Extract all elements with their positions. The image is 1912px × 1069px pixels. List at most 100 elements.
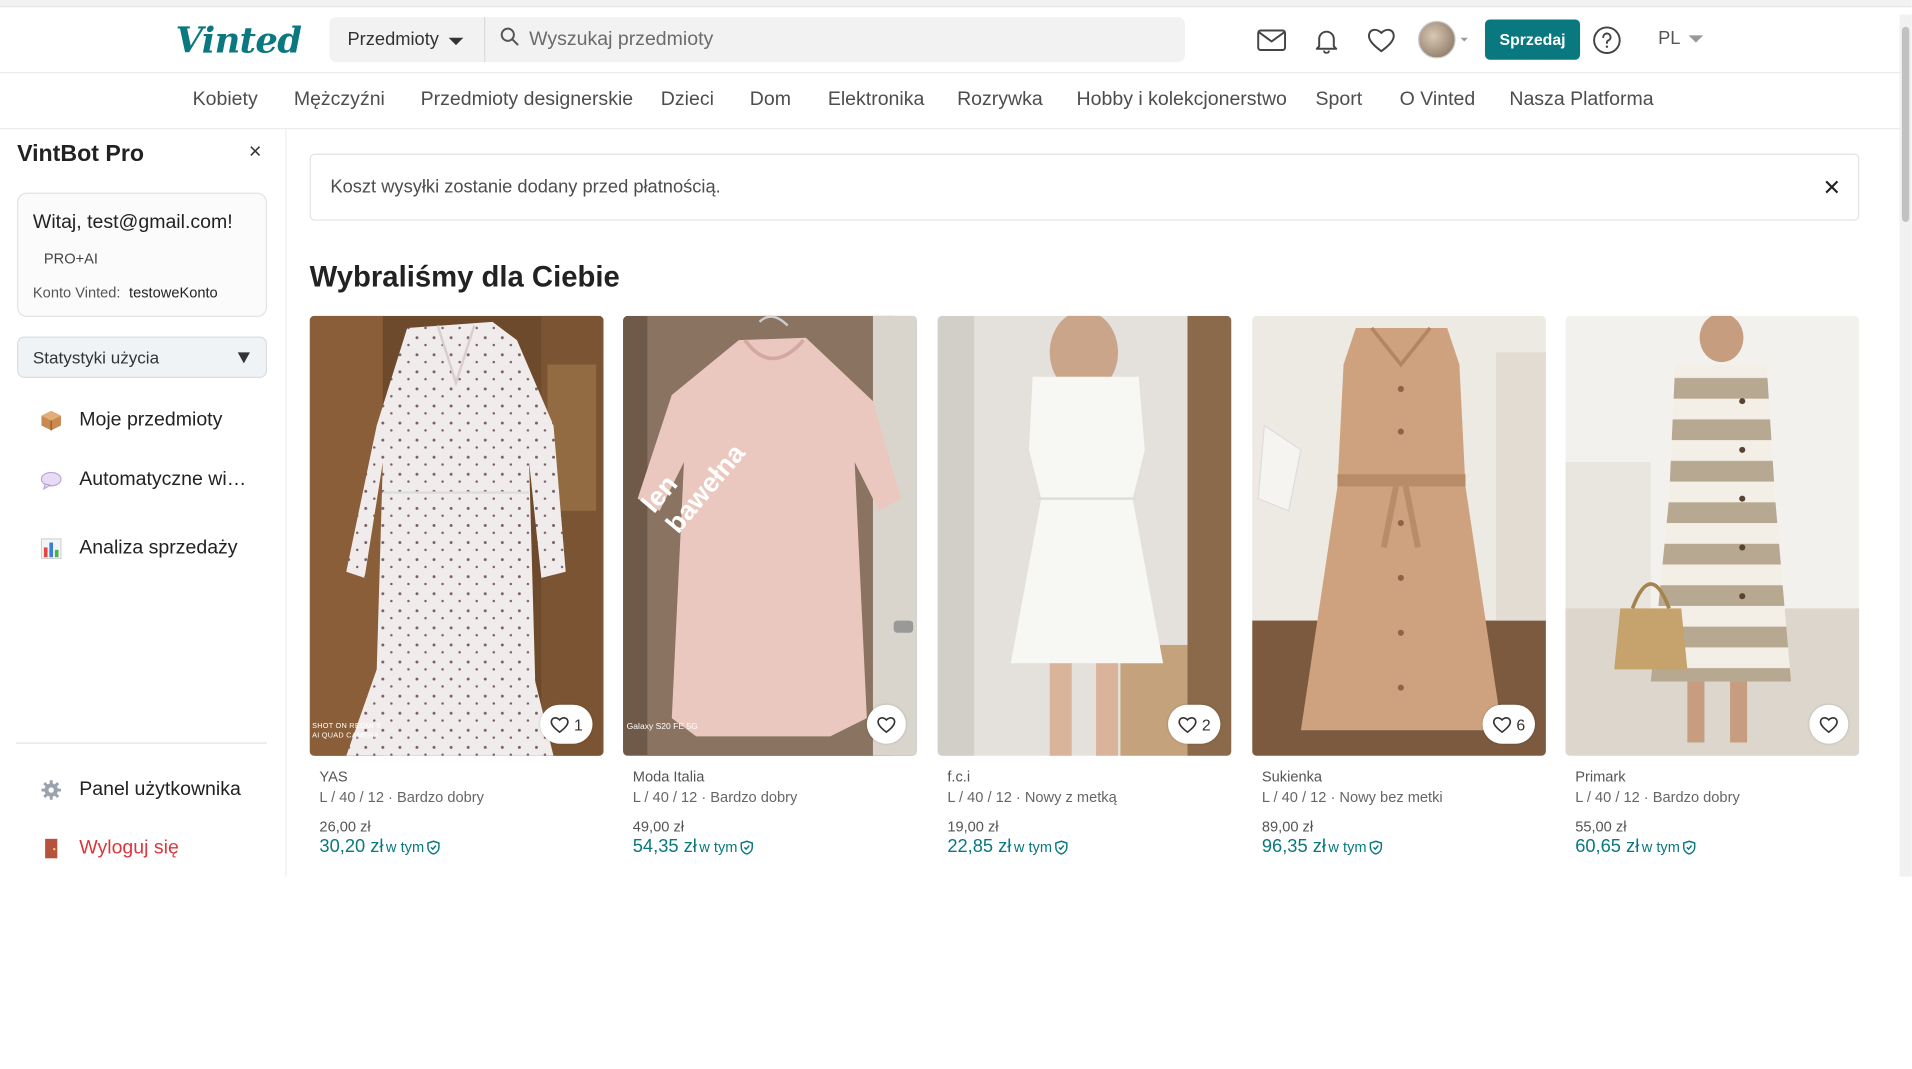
search-field bbox=[485, 27, 1185, 53]
buyer-protection-note[interactable]: w tym bbox=[1014, 838, 1068, 855]
product-price: 26,00 zł bbox=[319, 818, 371, 836]
buyer-protection-note[interactable]: w tym bbox=[1328, 838, 1382, 855]
product-photo[interactable]: SHOT ON REDMI 9 AI QUAD CAMERA 1 bbox=[309, 315, 604, 756]
buyer-protection-note[interactable]: w tym bbox=[699, 838, 753, 855]
total-value: 22,85 zł bbox=[947, 836, 1012, 858]
favorite-button[interactable]: 2 bbox=[1167, 704, 1221, 744]
shield-icon bbox=[427, 839, 440, 855]
sidebar-item-analiza[interactable]: Analiza sprzedaży bbox=[39, 536, 238, 559]
top-strip bbox=[0, 0, 1912, 8]
bell-icon[interactable] bbox=[1311, 24, 1343, 56]
nav-item-o-vinted[interactable]: O Vinted bbox=[1400, 89, 1476, 111]
inbox-icon[interactable] bbox=[1256, 24, 1288, 56]
photo-watermark: SHOT ON REDMI 9 AI QUAD CAMERA bbox=[312, 722, 381, 741]
heart-icon bbox=[1819, 716, 1838, 733]
search-bar: Przedmioty bbox=[329, 17, 1186, 63]
stats-dropdown[interactable]: Statystyki użycia bbox=[17, 336, 268, 378]
nav-item-dzieci[interactable]: Dzieci bbox=[661, 89, 714, 111]
product-brand: Moda Italia bbox=[632, 768, 705, 786]
bar-chart-icon bbox=[39, 536, 62, 559]
nav-item-dom[interactable]: Dom bbox=[750, 89, 791, 111]
product-brand: f.c.i bbox=[947, 768, 971, 786]
product-total-price: 22,85 zł w tym bbox=[938, 836, 1232, 857]
buyer-protection-note[interactable]: w tym bbox=[1642, 838, 1696, 855]
stats-dropdown-label: Statystyki użycia bbox=[32, 347, 160, 367]
product-price: 49,00 zł bbox=[632, 818, 685, 836]
close-icon[interactable]: ✕ bbox=[1823, 176, 1841, 202]
logout-label: Wyloguj się bbox=[79, 836, 179, 858]
plan-badge: PRO+AI bbox=[43, 249, 98, 268]
sidebar-item-panel[interactable]: Panel użytkownika bbox=[39, 778, 241, 801]
sidebar-item-automatyczne[interactable]: Automatyczne wi… bbox=[39, 468, 246, 491]
total-value: 30,20 zł bbox=[319, 836, 384, 858]
total-value: 54,35 zł bbox=[632, 836, 697, 858]
logout-button[interactable]: Wyloguj się bbox=[39, 836, 179, 859]
favorite-count: 6 bbox=[1516, 715, 1526, 734]
nav-item-rozrywka[interactable]: Rozrywka bbox=[957, 89, 1043, 111]
nav-item-hobby[interactable]: Hobby i kolekcjonerstwo bbox=[1077, 89, 1287, 111]
avatar-caret-icon[interactable] bbox=[1460, 37, 1468, 42]
product-photo[interactable] bbox=[1565, 315, 1860, 756]
account-label: Konto Vinted: bbox=[32, 284, 121, 302]
search-input[interactable] bbox=[529, 28, 1139, 51]
product-total-price: 60,65 zł w tym bbox=[1565, 836, 1859, 857]
product-brand: Primark bbox=[1575, 768, 1626, 786]
sidebar-item-label: Analiza sprzedaży bbox=[79, 537, 238, 558]
buyer-protection-note[interactable]: w tym bbox=[386, 838, 440, 855]
product-brand: Sukienka bbox=[1261, 768, 1323, 786]
vinted-logo[interactable]: Vinted bbox=[176, 20, 302, 61]
favorite-button[interactable] bbox=[866, 704, 906, 744]
triangle-down-icon bbox=[237, 352, 250, 364]
product-price: 55,00 zł bbox=[1575, 818, 1627, 836]
heart-icon bbox=[877, 716, 896, 733]
nav-item-elektronika[interactable]: Elektronika bbox=[828, 89, 925, 111]
section-title: Wybraliśmy dla Ciebie bbox=[309, 260, 620, 294]
favorite-button[interactable] bbox=[1809, 704, 1849, 744]
language-selector[interactable]: PL bbox=[1658, 28, 1704, 49]
header: Vinted Przedmioty Sprzedaj bbox=[0, 7, 1912, 74]
page: Vinted Przedmioty Sprzedaj bbox=[0, 0, 1912, 1069]
close-icon[interactable]: × bbox=[249, 139, 262, 165]
favorite-button[interactable]: 6 bbox=[1482, 704, 1535, 744]
shipping-notice: Koszt wysyłki zostanie dodany przed płat… bbox=[309, 153, 1860, 221]
product-photo[interactable]: len bawełna Galaxy S20 FE 5G bbox=[623, 315, 917, 756]
favorite-button[interactable]: 1 bbox=[539, 704, 593, 744]
category-nav: Kobiety Mężczyźni Przedmioty designerski… bbox=[0, 73, 1912, 130]
product-card[interactable]: 2 f.c.i L / 40 / 12 · Nowy z metką 19,00… bbox=[937, 315, 1232, 857]
product-photo[interactable]: 2 bbox=[937, 315, 1232, 756]
search-icon bbox=[500, 27, 520, 53]
main-content: Koszt wysyłki zostanie dodany przed płat… bbox=[288, 129, 1900, 876]
favorite-count: 2 bbox=[1201, 715, 1211, 734]
package-icon bbox=[39, 408, 62, 431]
product-card[interactable]: Primark L / 40 / 12 · Bardzo dobry 55,00… bbox=[1565, 315, 1860, 857]
product-details: L / 40 / 12 · Bardzo dobry bbox=[632, 788, 798, 806]
nav-item-designer[interactable]: Przedmioty designerskie bbox=[421, 89, 634, 111]
product-total-price: 54,35 zł w tym bbox=[623, 836, 917, 857]
favorite-count: 1 bbox=[573, 715, 583, 734]
sidebar-item-moje-przedmioty[interactable]: Moje przedmioty bbox=[39, 408, 222, 431]
product-card[interactable]: 6 Sukienka L / 40 / 12 · Nowy bez metki … bbox=[1252, 315, 1546, 857]
search-category-dropdown[interactable]: Przedmioty bbox=[329, 17, 486, 63]
product-card[interactable]: SHOT ON REDMI 9 AI QUAD CAMERA 1 YAS L / … bbox=[309, 315, 604, 857]
vintbot-sidebar: VintBot Pro × Witaj, test@gmail.com! PRO… bbox=[0, 129, 287, 877]
sell-button[interactable]: Sprzedaj bbox=[1484, 19, 1581, 60]
avatar[interactable] bbox=[1417, 20, 1456, 59]
product-card[interactable]: len bawełna Galaxy S20 FE 5G Moda Italia … bbox=[623, 315, 917, 857]
product-photo[interactable]: 6 bbox=[1252, 315, 1546, 756]
product-total-price: 30,20 zł w tym bbox=[310, 836, 604, 857]
product-price: 19,00 zł bbox=[947, 818, 999, 836]
sidebar-title: VintBot Pro bbox=[17, 141, 145, 168]
nav-item-sport[interactable]: Sport bbox=[1316, 89, 1363, 111]
nav-item-kobiety[interactable]: Kobiety bbox=[193, 89, 258, 111]
nav-item-nasza-platforma[interactable]: Nasza Platforma bbox=[1509, 89, 1653, 111]
shield-icon bbox=[1369, 839, 1382, 855]
heart-icon[interactable] bbox=[1366, 24, 1398, 56]
nav-item-mezczyzni[interactable]: Mężczyźni bbox=[294, 89, 385, 111]
door-icon bbox=[39, 836, 62, 859]
account-info: Konto Vinted: testoweKonto bbox=[33, 284, 218, 301]
help-icon[interactable] bbox=[1591, 24, 1623, 56]
scrollbar-thumb[interactable] bbox=[1901, 26, 1910, 222]
search-category-label: Przedmioty bbox=[347, 29, 439, 50]
chevron-down-icon bbox=[448, 37, 464, 45]
scrollbar[interactable] bbox=[1899, 14, 1912, 877]
